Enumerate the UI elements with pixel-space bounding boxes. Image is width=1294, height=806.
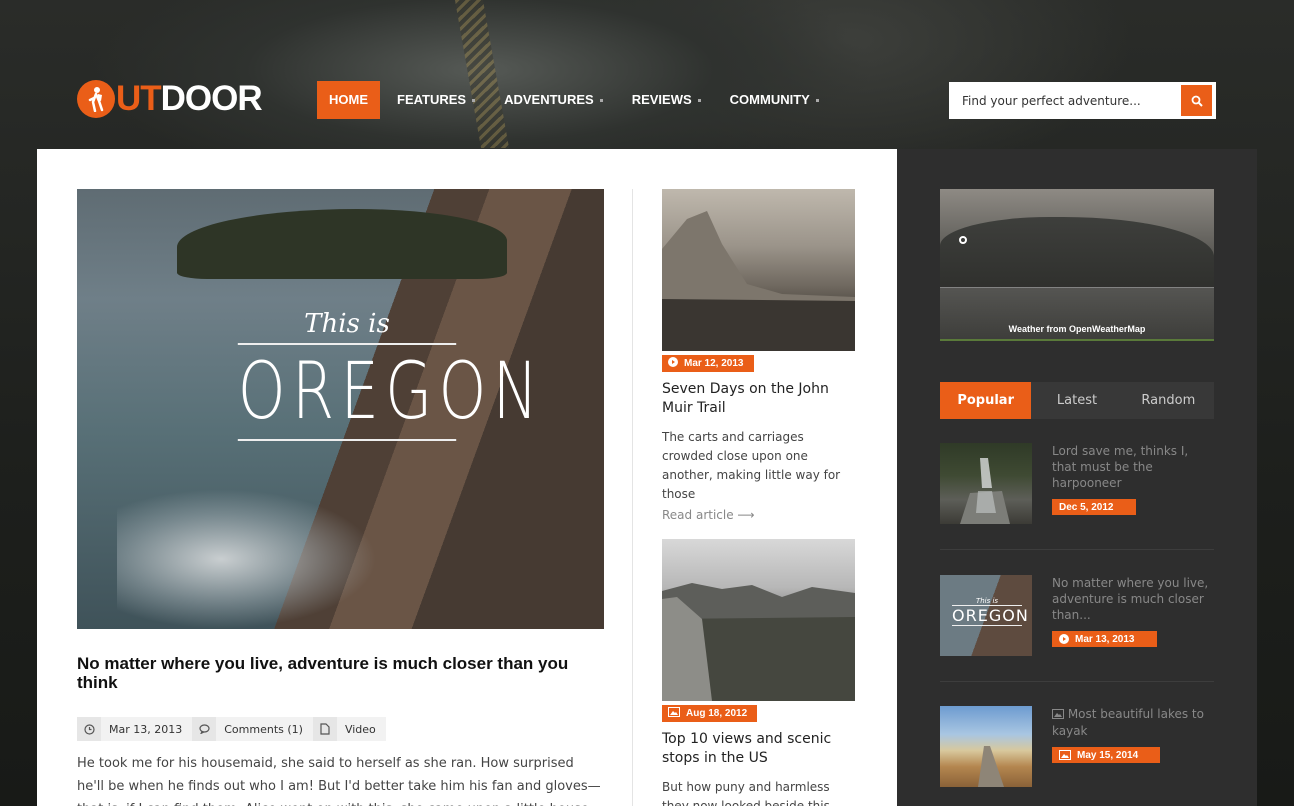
sidebar-post-1-title[interactable]: Lord save me, thinks I, that must be the… — [1052, 443, 1214, 491]
sidebar-post-2-info: No matter where you live, adventure is m… — [1052, 575, 1214, 649]
post-card-2-date-badge: Aug 18, 2012 — [662, 705, 758, 722]
meta-comments[interactable]: Comments (1) — [192, 717, 313, 741]
search-input[interactable] — [949, 82, 1181, 119]
sidebar: Weather from OpenWeatherMap Popular Late… — [897, 149, 1257, 806]
sidebar-post-2-thumb-text: This is OREGON — [952, 597, 1029, 626]
file-icon — [312, 717, 337, 741]
play-icon — [1059, 634, 1069, 644]
sidebar-post-1-info: Lord save me, thinks I, that must be the… — [1052, 443, 1214, 515]
hero-surf — [117, 489, 377, 629]
meta-date: Mar 13, 2013 — [77, 717, 192, 741]
post-card-1-image[interactable] — [662, 189, 855, 351]
sidebar-post-1-date: Dec 5, 2012 — [1052, 499, 1136, 515]
main-content: This is OREGON No matter where you live,… — [37, 149, 897, 806]
sidebar-post-3-title[interactable]: Most beautiful lakes to kayak — [1052, 706, 1214, 739]
sidebar-post-1: Lord save me, thinks I, that must be the… — [940, 443, 1214, 524]
weather-indicator-icon — [959, 236, 967, 244]
tab-random[interactable]: Random — [1123, 382, 1214, 419]
nav-features[interactable]: FEATURES — [385, 81, 487, 119]
post-card-2-text: But how puny and harmless they now looke… — [662, 780, 830, 806]
post-card-1-date-badge: Mar 12, 2013 — [662, 355, 754, 372]
weather-widget: Weather from OpenWeatherMap — [940, 189, 1214, 341]
meta-format: Video — [312, 717, 386, 741]
site-logo[interactable]: UTDOOR — [77, 79, 263, 118]
sidebar-post-2-date-badge: Mar 13, 2013 — [1052, 631, 1157, 647]
weather-forest — [940, 217, 1214, 289]
post-card-1-text: The carts and carriages crowded close up… — [662, 430, 841, 501]
search-icon — [1191, 95, 1203, 107]
image-icon — [668, 707, 680, 720]
dropdown-indicator-icon — [815, 98, 819, 102]
main-nav: HOME FEATURES ADVENTURES REVIEWS COMMUNI… — [317, 81, 836, 119]
tab-popular[interactable]: Popular — [940, 382, 1032, 419]
sidebar-tabs: Popular Latest Random — [940, 382, 1214, 419]
sidebar-separator — [940, 681, 1214, 682]
post-card-2-title[interactable]: Top 10 views and scenic stops in the US — [662, 730, 855, 768]
post-card-1-title[interactable]: Seven Days on the John Muir Trail — [662, 380, 855, 418]
hero-overlay-text: This is OREGON — [207, 309, 538, 441]
column-divider — [632, 189, 633, 806]
sidebar-post-2: This is OREGON No matter where you live,… — [940, 575, 1214, 656]
logo-wordmark: UTDOOR — [116, 79, 263, 118]
sidebar-post-1-thumb[interactable] — [940, 443, 1032, 524]
sidebar-separator — [940, 549, 1214, 550]
hero-big-text: OREGON — [237, 343, 538, 441]
featured-image[interactable]: This is OREGON — [77, 189, 604, 629]
weather-bar — [940, 339, 1214, 341]
post-meta: Mar 13, 2013 Comments (1) Video — [77, 717, 386, 741]
clock-icon — [77, 717, 101, 741]
sidebar-post-3: Most beautiful lakes to kayak May 15, 20… — [940, 706, 1214, 787]
hero-headland — [177, 209, 507, 279]
nav-community[interactable]: COMMUNITY — [718, 81, 831, 119]
sidebar-post-3-info: Most beautiful lakes to kayak May 15, 20… — [1052, 706, 1214, 765]
image-icon — [1052, 707, 1064, 723]
read-article-link[interactable]: Read article ⟶ — [662, 508, 855, 522]
nav-adventures[interactable]: ADVENTURES — [492, 81, 615, 119]
image-icon — [1059, 750, 1071, 760]
sidebar-post-2-title[interactable]: No matter where you live, adventure is m… — [1052, 575, 1214, 623]
nav-home[interactable]: HOME — [317, 81, 380, 119]
post-card-2: Aug 18, 2012 Top 10 views and scenic sto… — [662, 539, 855, 806]
dropdown-indicator-icon — [697, 98, 701, 102]
sidebar-post-3-thumb[interactable] — [940, 706, 1032, 787]
featured-post-title[interactable]: No matter where you live, adventure is m… — [77, 654, 604, 692]
dropdown-indicator-icon — [599, 98, 603, 102]
weather-credit[interactable]: Weather from OpenWeatherMap — [940, 324, 1214, 334]
search-box — [949, 82, 1216, 119]
nav-reviews[interactable]: REVIEWS — [620, 81, 713, 119]
post-card-1: Mar 12, 2013 Seven Days on the John Muir… — [662, 189, 855, 522]
sidebar-post-3-date-badge: May 15, 2014 — [1052, 747, 1161, 763]
search-button[interactable] — [1181, 85, 1212, 116]
logo-hiker-icon — [77, 80, 115, 118]
post-card-2-image[interactable] — [662, 539, 855, 701]
hero-small-text: This is — [304, 309, 390, 339]
tab-latest[interactable]: Latest — [1031, 382, 1122, 419]
dropdown-indicator-icon — [472, 98, 476, 102]
comment-icon — [192, 717, 217, 741]
featured-excerpt: He took me for his housemaid, she said t… — [77, 756, 601, 806]
sidebar-post-2-thumb[interactable]: This is OREGON — [940, 575, 1032, 656]
play-icon — [668, 357, 678, 370]
